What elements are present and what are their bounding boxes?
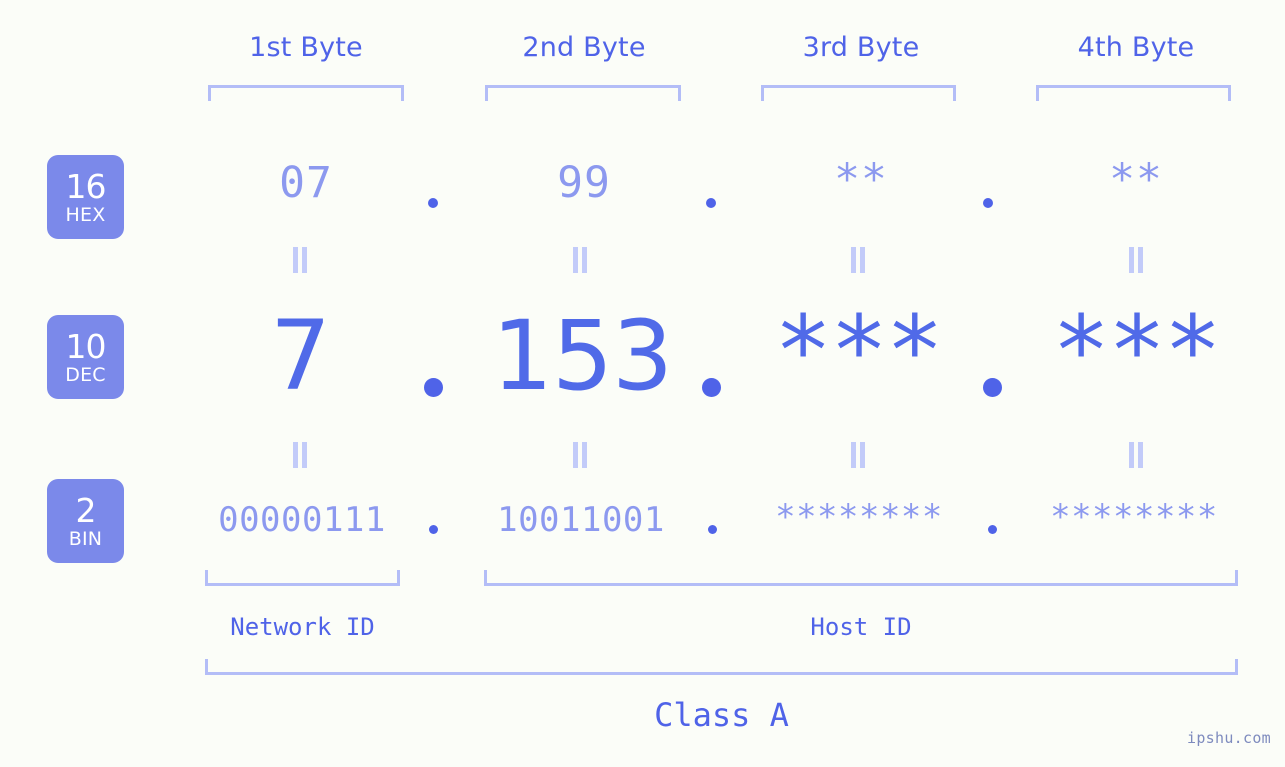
byte-header-1: 1st Byte xyxy=(206,32,406,63)
bin-byte-1-value: 00000111 xyxy=(218,500,386,540)
byte-header-2-label: 2nd Byte xyxy=(522,32,646,63)
equals-icon-dec-bin-3 xyxy=(850,442,866,468)
host-id-label: Host ID xyxy=(810,613,912,641)
bin-separator-dot-1 xyxy=(429,525,438,534)
hex-separator-dot-1 xyxy=(428,198,438,208)
radix-badge-hex: 16 HEX xyxy=(47,155,124,239)
network-id-bracket xyxy=(205,570,400,586)
host-id-bracket xyxy=(484,570,1238,586)
equals-icon-hex-dec-4 xyxy=(1128,247,1144,273)
bin-byte-4-value: ******** xyxy=(1050,497,1218,537)
site-watermark: ipshu.com xyxy=(1187,729,1271,747)
byte-bracket-2 xyxy=(485,85,681,101)
radix-badge-bin: 2 BIN xyxy=(47,479,124,563)
byte-header-3: 3rd Byte xyxy=(761,32,961,63)
bin-separator-dot-3 xyxy=(988,525,997,534)
dec-separator-dot-1 xyxy=(424,378,443,397)
equals-icon-hex-dec-3 xyxy=(850,247,866,273)
hex-byte-4-value: ** xyxy=(1109,155,1163,205)
hex-byte-3-value: ** xyxy=(834,155,888,205)
radix-badge-dec-number: 10 xyxy=(65,326,107,366)
byte-header-4: 4th Byte xyxy=(1036,32,1236,63)
byte-header-3-label: 3rd Byte xyxy=(802,32,920,63)
dec-byte-3-value: *** xyxy=(774,295,943,407)
class-bracket xyxy=(205,659,1238,675)
dec-byte-1-value: 7 xyxy=(269,300,331,412)
hex-byte-2-value: 99 xyxy=(557,158,611,208)
bin-byte-2-value: 10011001 xyxy=(497,500,665,540)
bin-byte-3-value: ******** xyxy=(775,497,943,537)
byte-bracket-4 xyxy=(1036,85,1231,101)
network-id-label: Network ID xyxy=(230,613,375,641)
byte-header-1-label: 1st Byte xyxy=(249,32,363,63)
equals-icon-dec-bin-2 xyxy=(572,442,588,468)
byte-header-2: 2nd Byte xyxy=(484,32,684,63)
byte-bracket-3 xyxy=(761,85,956,101)
equals-icon-hex-dec-2 xyxy=(572,247,588,273)
bin-separator-dot-2 xyxy=(708,525,717,534)
dec-separator-dot-3 xyxy=(983,378,1002,397)
hex-byte-1-value: 07 xyxy=(279,158,333,208)
equals-icon-dec-bin-4 xyxy=(1128,442,1144,468)
byte-header-4-label: 4th Byte xyxy=(1077,32,1195,63)
class-label: Class A xyxy=(654,696,789,734)
radix-badge-dec-name: DEC xyxy=(65,363,106,386)
radix-badge-bin-number: 2 xyxy=(75,490,97,530)
equals-icon-dec-bin-1 xyxy=(292,442,308,468)
hex-separator-dot-2 xyxy=(706,198,716,208)
radix-badge-hex-name: HEX xyxy=(65,203,106,226)
radix-badge-bin-name: BIN xyxy=(68,527,103,550)
radix-badge-dec: 10 DEC xyxy=(47,315,124,399)
dec-byte-2-value: 153 xyxy=(491,300,673,412)
equals-icon-hex-dec-1 xyxy=(292,247,308,273)
radix-badge-hex-number: 16 xyxy=(65,166,107,206)
dec-separator-dot-2 xyxy=(702,378,721,397)
byte-bracket-1 xyxy=(208,85,404,101)
hex-separator-dot-3 xyxy=(983,198,993,208)
dec-byte-4-value: *** xyxy=(1052,295,1221,407)
